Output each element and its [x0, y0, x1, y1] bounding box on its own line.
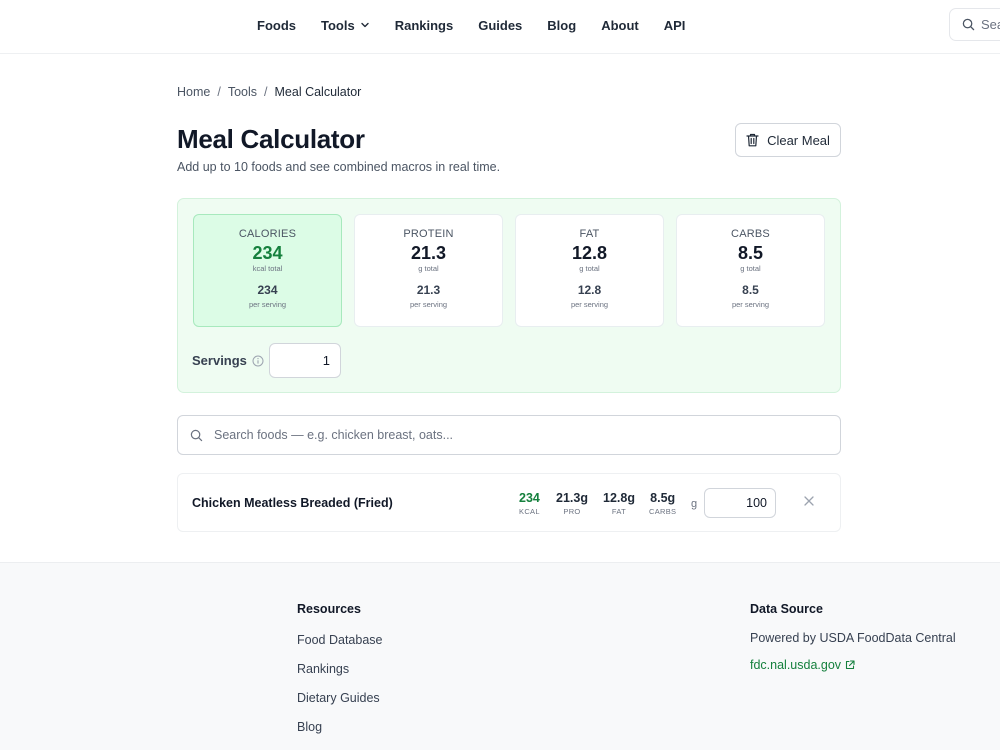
servings-label: Servings [192, 353, 264, 368]
carbs-label: CARBS [731, 228, 770, 240]
site-search-input[interactable]: Sea [949, 8, 1000, 41]
breadcrumb-separator: / [217, 85, 221, 99]
search-icon [962, 18, 975, 31]
food-name: Chicken Meatless Breaded (Fried) [192, 496, 393, 510]
food-fat-value: 12.8g [603, 491, 635, 505]
protein-unit: g total [418, 264, 439, 273]
footer-source-link-text: fdc.nal.usda.gov [750, 658, 842, 672]
breadcrumb-current: Meal Calculator [274, 85, 362, 99]
footer-link-food-database[interactable]: Food Database [297, 633, 382, 647]
nav-tools[interactable]: Tools [321, 18, 370, 33]
protein-per-serving-label: per serving [409, 300, 448, 309]
food-carbs-label: CARBS [649, 507, 677, 516]
food-amount-unit: g [691, 498, 698, 510]
servings-input[interactable]: 1 [269, 343, 341, 378]
nav-api[interactable]: API [664, 18, 686, 33]
footer-link-dietary-guides[interactable]: Dietary Guides [297, 691, 380, 705]
fat-card: FAT 12.8 g total 12.8 per serving [515, 214, 664, 327]
breadcrumb-tools[interactable]: Tools [228, 85, 257, 99]
calories-total: 234 [252, 243, 283, 263]
breadcrumb-separator: / [264, 85, 268, 99]
fat-total: 12.8 [571, 243, 608, 263]
nav-tools-label: Tools [321, 17, 355, 33]
footer-source-text: Powered by USDA FoodData Central [750, 631, 956, 645]
page-subtitle: Add up to 10 foods and see combined macr… [177, 160, 501, 174]
food-fat-label: FAT [611, 507, 627, 516]
protein-per-serving: 21.3 [416, 283, 441, 297]
nav-blog[interactable]: Blog [547, 18, 576, 33]
site-header: Foods Tools Rankings Guides Blog About A… [0, 0, 1000, 54]
main-nav: Foods Tools Rankings Guides Blog About A… [257, 0, 710, 50]
close-icon[interactable] [802, 494, 816, 508]
fat-unit: g total [579, 264, 600, 273]
food-carbs-value: 8.5g [650, 491, 676, 505]
breadcrumb-home[interactable]: Home [177, 85, 210, 99]
protein-card: PROTEIN 21.3 g total 21.3 per serving [354, 214, 503, 327]
food-search-input[interactable]: Search foods — e.g. chicken breast, oats… [177, 415, 841, 455]
servings-label-text: Servings [192, 353, 247, 368]
footer-link-blog[interactable]: Blog [297, 720, 322, 734]
food-list-item: Chicken Meatless Breaded (Fried) 234 KCA… [177, 473, 841, 532]
carbs-per-serving: 8.5 [742, 283, 759, 297]
protein-total: 21.3 [410, 243, 447, 263]
calories-per-serving: 234 [257, 283, 278, 297]
footer-source-title: Data Source [750, 602, 823, 616]
food-amount-input[interactable]: 100 [704, 488, 776, 518]
carbs-card: CARBS 8.5 g total 8.5 per serving [676, 214, 825, 327]
nav-foods[interactable]: Foods [257, 18, 296, 33]
carbs-per-serving-label: per serving [731, 300, 770, 309]
calories-per-serving-label: per serving [248, 300, 287, 309]
food-kcal: 234 KCAL [519, 491, 540, 516]
carbs-unit: g total [740, 264, 761, 273]
trash-icon [746, 133, 759, 147]
site-search-placeholder: Sea [981, 17, 1000, 32]
footer-link-rankings[interactable]: Rankings [297, 662, 349, 676]
nav-guides[interactable]: Guides [478, 18, 522, 33]
macro-summary-panel: CALORIES 234 kcal total 234 per serving … [177, 198, 841, 393]
page-title: Meal Calculator [177, 124, 365, 154]
chevron-down-icon [361, 22, 369, 28]
info-icon[interactable] [252, 355, 264, 367]
nav-about[interactable]: About [601, 18, 639, 33]
search-icon [190, 429, 203, 441]
food-protein-value: 21.3g [556, 491, 588, 505]
fat-per-serving-label: per serving [570, 300, 609, 309]
protein-label: PROTEIN [403, 228, 454, 240]
food-kcal-value: 234 [519, 491, 540, 505]
nav-rankings[interactable]: Rankings [395, 18, 454, 33]
clear-meal-button[interactable]: Clear Meal [735, 123, 841, 157]
food-fat: 12.8g FAT [603, 491, 635, 516]
calories-unit: kcal total [252, 264, 283, 273]
footer-resources-title: Resources [297, 602, 361, 616]
footer-source-link[interactable]: fdc.nal.usda.gov [750, 658, 855, 672]
food-search-placeholder: Search foods — e.g. chicken breast, oats… [214, 428, 454, 442]
food-protein-label: PRO [563, 507, 581, 516]
calories-label: CALORIES [238, 228, 297, 240]
clear-meal-label: Clear Meal [767, 132, 830, 148]
fat-per-serving: 12.8 [577, 283, 602, 297]
external-link-icon [845, 660, 855, 670]
calories-card: CALORIES 234 kcal total 234 per serving [193, 214, 342, 327]
food-carbs: 8.5g CARBS [649, 491, 676, 516]
fat-label: FAT [579, 228, 600, 240]
food-protein: 21.3g PRO [556, 491, 588, 516]
food-kcal-label: KCAL [519, 507, 540, 516]
carbs-total: 8.5 [737, 243, 764, 263]
site-footer: Resources Food Database Rankings Dietary… [0, 562, 1000, 750]
breadcrumb: Home / Tools / Meal Calculator [177, 85, 361, 99]
